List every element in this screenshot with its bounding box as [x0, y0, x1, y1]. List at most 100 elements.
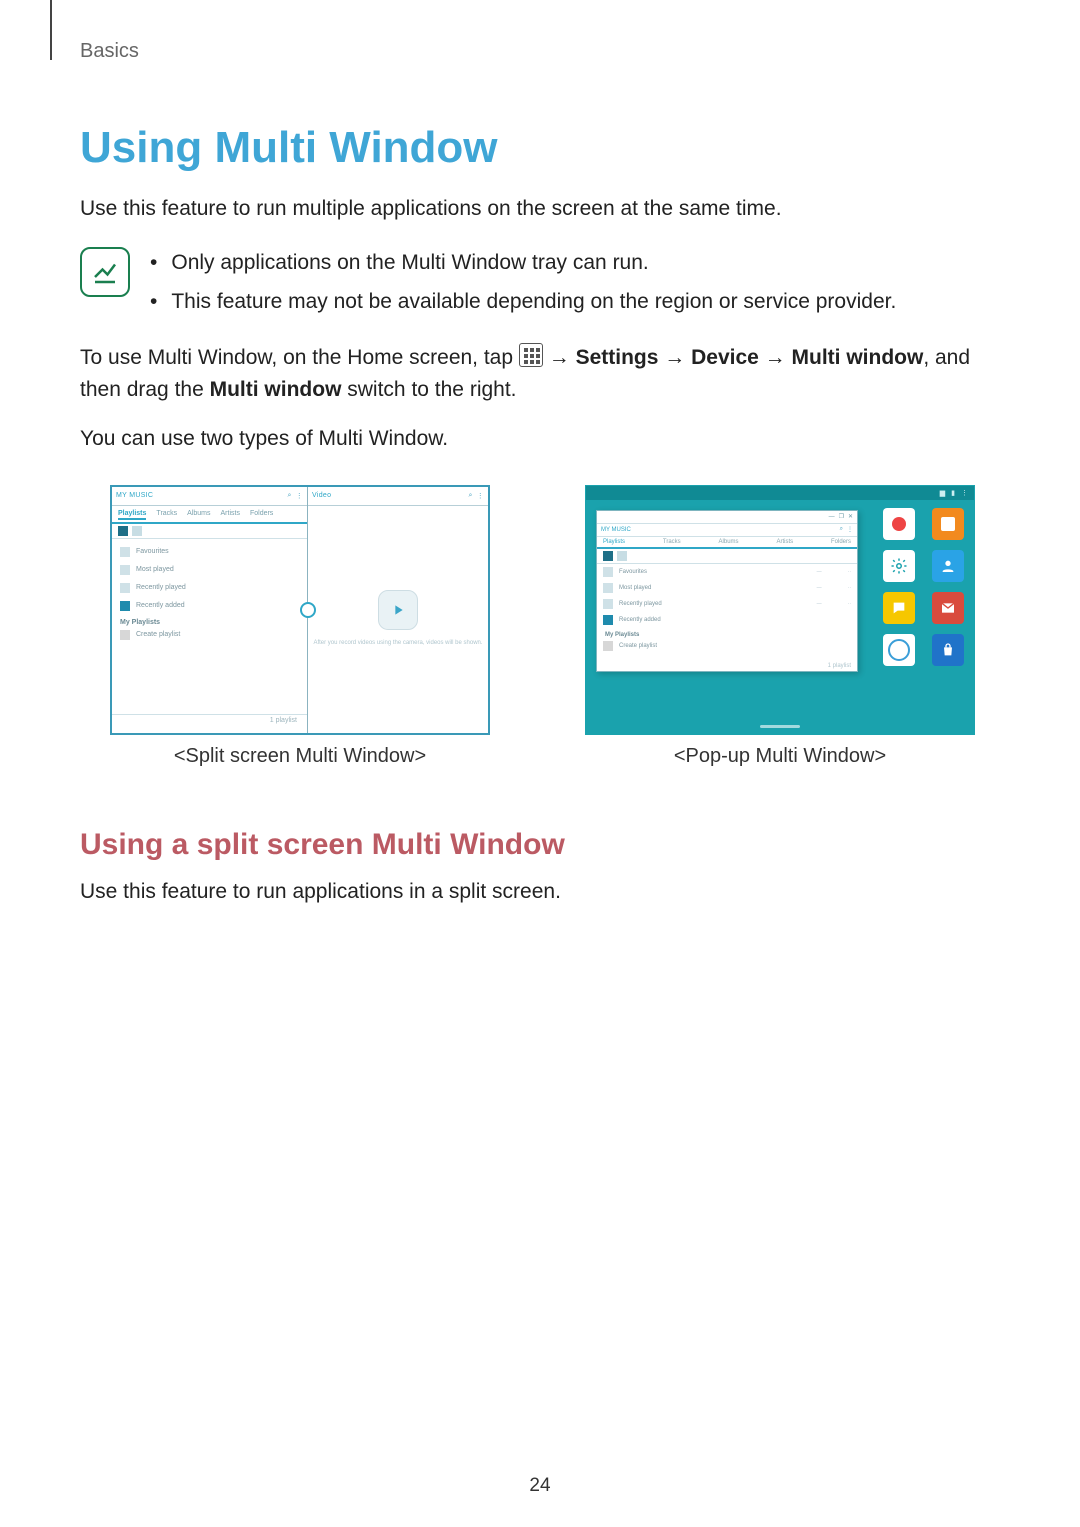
tray-app-icon: [932, 508, 964, 540]
list-item-label: Recently added: [136, 602, 185, 609]
split-right-header: Video ⌕ ⋮: [308, 487, 488, 506]
popup-tab: Folders: [831, 539, 851, 545]
path-arrow1: →: [549, 346, 576, 369]
popup-tab: Tracks: [663, 539, 681, 545]
play-icon: [378, 590, 418, 630]
split-left-header: MY MUSIC ⌕ ⋮: [112, 487, 307, 506]
tray-app-mail-icon: [932, 592, 964, 624]
popup-tab: Albums: [719, 539, 739, 545]
list-item: Most played—··: [597, 580, 857, 596]
menu-icon: ⋮: [847, 526, 853, 533]
section-title: Using a split screen Multi Window: [80, 828, 1000, 862]
tab-artists: Artists: [221, 510, 240, 520]
tab-tracks: Tracks: [156, 510, 177, 520]
list-item: Favourites: [112, 543, 307, 561]
video-hint: After you record videos using the camera…: [313, 640, 482, 648]
menu-icon: ⋮: [296, 492, 303, 500]
path-step1: Settings: [576, 346, 659, 369]
tray-app-browser-icon: [883, 634, 915, 666]
search-icon: ⌕: [287, 492, 291, 500]
split-right-title: Video: [312, 492, 331, 499]
manual-page: Basics Using Multi Window Use this featu…: [0, 0, 1080, 1527]
note-item: Only applications on the Multi Window tr…: [150, 243, 896, 283]
list-item: Create playlist: [112, 626, 307, 644]
breadcrumb: Basics: [80, 40, 1000, 63]
screenshots-row: MY MUSIC ⌕ ⋮ Playlists Tracks Albums Art…: [80, 485, 1000, 768]
list-item-label: Create playlist: [136, 631, 180, 638]
thumb-2: [132, 526, 142, 536]
popup-tab: Playlists: [603, 539, 625, 545]
popup-list: Favourites—·· Most played—·· Recently pl…: [597, 564, 857, 654]
popup-tab: Artists: [776, 539, 793, 545]
thumb-2: [617, 551, 627, 561]
list-item-label: Favourites: [136, 548, 169, 555]
popup-window: — ❐ ✕ MY MUSIC ⌕ ⋮ Playlists Tracks: [596, 510, 858, 672]
split-left-footer: 1 playlist: [112, 714, 307, 733]
path-instruction: To use Multi Window, on the Home screen,…: [80, 342, 1000, 405]
tray-app-settings-icon: [883, 550, 915, 582]
path-switch: Multi window: [210, 378, 342, 401]
page-number: 24: [0, 1475, 1080, 1497]
tray-app-store-icon: [932, 634, 964, 666]
search-icon: ⌕: [840, 526, 843, 533]
list-item-label: Create playlist: [619, 643, 657, 649]
wifi-icon: ▆: [940, 489, 945, 497]
popup-screenshot: ▆ ▮ ⋮ — ❐ ✕ MY MUSIC ⌕ ⋮: [585, 485, 975, 735]
popup-header: MY MUSIC ⌕ ⋮: [597, 524, 857, 537]
popup-title: MY MUSIC: [601, 527, 631, 533]
split-right-pane: Video ⌕ ⋮ After you record videos using …: [308, 487, 488, 733]
search-icon: ⌕: [468, 492, 472, 500]
path-post2: switch to the right.: [347, 378, 516, 401]
path-step2: Device: [691, 346, 759, 369]
popup-caption: <Pop-up Multi Window>: [674, 745, 886, 768]
section-label: My Playlists: [112, 615, 307, 626]
section-text: Use this feature to run applications in …: [80, 876, 1000, 908]
split-handle-icon: [300, 602, 316, 618]
split-left-tabs: Playlists Tracks Albums Artists Folders: [112, 506, 307, 524]
note-list: Only applications on the Multi Window tr…: [150, 243, 896, 323]
header-icons: ⌕ ⋮: [287, 492, 303, 500]
apps-icon: [519, 343, 543, 367]
close-icon: ✕: [848, 513, 853, 520]
status-bar: ▆ ▮ ⋮: [586, 486, 974, 500]
header-icons: ⌕ ⋮: [840, 526, 853, 533]
battery-icon: ▮: [951, 489, 955, 497]
menu-icon: ⋮: [477, 492, 484, 500]
multiwindow-tray: [883, 508, 968, 666]
popup-screenshot-wrap: ▆ ▮ ⋮ — ❐ ✕ MY MUSIC ⌕ ⋮: [560, 485, 1000, 768]
split-left-list: Favourites Most played Recently played R…: [112, 539, 307, 714]
home-indicator: [760, 725, 800, 728]
tab-folders: Folders: [250, 510, 273, 520]
path-step3: Multi window: [792, 346, 924, 369]
tray-app-chat-icon: [883, 592, 915, 624]
thumb-1: [118, 526, 128, 536]
header-icons: ⌕ ⋮: [468, 492, 484, 500]
path-arrow2: →: [664, 346, 691, 369]
path-comma: ,: [923, 346, 935, 369]
list-item-label: Recently played: [136, 584, 186, 591]
list-item: Favourites—··: [597, 564, 857, 580]
popup-footer: 1 playlist: [828, 663, 851, 669]
clock-icon: ⋮: [961, 489, 968, 497]
maximize-icon: ❐: [839, 513, 844, 520]
list-item-label: Favourites: [619, 569, 647, 575]
popup-thumb-row: [597, 549, 857, 564]
note-icon: [80, 247, 130, 297]
tab-playlists: Playlists: [118, 510, 146, 520]
list-item: Recently added: [112, 597, 307, 615]
split-screenshot-wrap: MY MUSIC ⌕ ⋮ Playlists Tracks Albums Art…: [80, 485, 520, 768]
list-item: Recently played: [112, 579, 307, 597]
popup-tabs: Playlists Tracks Albums Artists Folders: [597, 537, 857, 549]
page-title: Using Multi Window: [80, 123, 1000, 173]
split-caption: <Split screen Multi Window>: [174, 745, 426, 768]
list-item-label: Most played: [136, 566, 174, 573]
popup-titlebar: — ❐ ✕: [597, 511, 857, 524]
top-rule: [50, 0, 52, 60]
note-block: Only applications on the Multi Window tr…: [80, 243, 1000, 323]
intro-text: Use this feature to run multiple applica…: [80, 193, 1000, 225]
tray-app-contacts-icon: [932, 550, 964, 582]
video-area: After you record videos using the camera…: [308, 506, 488, 733]
thumb-1: [603, 551, 613, 561]
tab-albums: Albums: [187, 510, 210, 520]
split-left-pane: MY MUSIC ⌕ ⋮ Playlists Tracks Albums Art…: [112, 487, 308, 733]
